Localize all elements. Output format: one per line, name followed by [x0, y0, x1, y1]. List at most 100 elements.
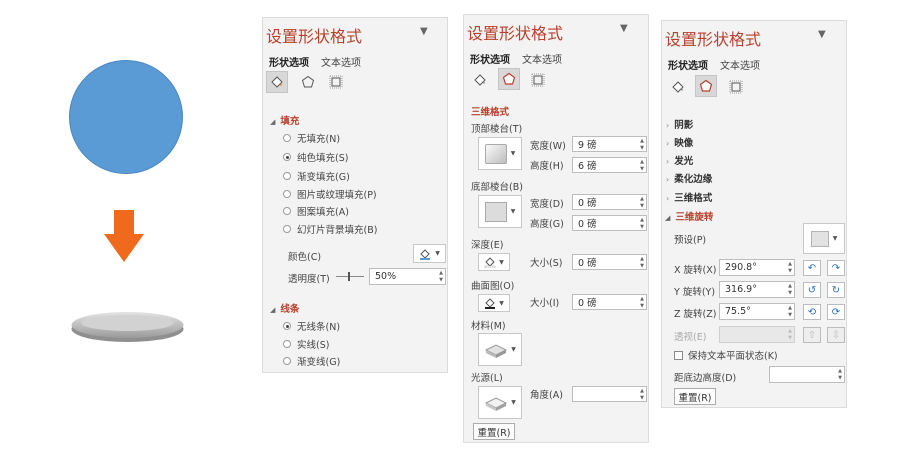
down-arrow-icon [114, 210, 134, 236]
size-properties-icon[interactable] [725, 76, 747, 98]
transparency-slider-thumb[interactable] [348, 272, 350, 281]
x-rotation-input[interactable]: 290.8° ▲ ▼ [719, 259, 795, 276]
format-shape-panel-fill: 设置形状格式 ▼ 形状选项 文本选项 ◢ 填充 无填充(N) 纯色填充(S) 渐变填… [262, 17, 448, 373]
bottom-bevel-label: 底部棱台(B) [471, 182, 523, 193]
color-label: 颜色(C) [288, 252, 322, 263]
bottom-width-input[interactable]: 0 磅 ▲ ▼ [572, 194, 647, 210]
contour-label: 曲面图(O) [471, 281, 515, 292]
y-rotation-label: Y 旋转(Y) [674, 287, 716, 298]
reset-button[interactable]: 重置(R) [473, 423, 515, 440]
radio-slide-background-fill[interactable]: 幻灯片背景填充(B) [283, 222, 377, 236]
top-width-input[interactable]: 9 磅 ▲ ▼ [572, 136, 647, 152]
panel-menu-chevron-icon[interactable]: ▼ [420, 26, 428, 37]
top-bevel-picker[interactable]: ▼ [478, 137, 522, 170]
bottom-width-label: 宽度(D) [530, 199, 564, 210]
radio-solid-fill[interactable]: 纯色填充(S) [283, 150, 348, 164]
lighting-label: 光源(L) [471, 373, 503, 384]
radio-solid-line[interactable]: 实线(S) [283, 337, 329, 351]
top-height-label: 高度(H) [530, 161, 564, 172]
rotation-preset-picker[interactable]: ▼ [803, 223, 845, 254]
section-glow[interactable]: 发光 [674, 156, 693, 167]
x-rotate-right-icon[interactable]: ↷ [827, 260, 845, 276]
fill-line-icon[interactable] [667, 76, 689, 98]
preset-label: 预设(P) [674, 235, 707, 246]
effects-pentagon-icon[interactable] [498, 68, 520, 90]
radio-no-fill[interactable]: 无填充(N) [283, 131, 340, 145]
format-shape-panel-3d-format: 设置形状格式 ▼ 形状选项 文本选项 三维格式 顶部棱台(T) ▼ 宽度(W) 9… [463, 14, 649, 443]
transparency-slider-track[interactable] [336, 276, 364, 277]
z-rotate-clockwise-icon[interactable]: ⟳ [827, 304, 845, 320]
effects-pentagon-icon[interactable] [297, 71, 319, 93]
y-rotation-input[interactable]: 316.9° ▲ ▼ [719, 281, 795, 298]
bottom-bevel-picker[interactable]: ▼ [478, 195, 522, 228]
y-rotate-down-icon[interactable]: ↻ [827, 282, 845, 298]
panel-title: 设置形状格式 [467, 24, 564, 43]
angle-label: 角度(A) [530, 390, 563, 401]
radio-pattern-fill[interactable]: 图案填充(A) [283, 204, 349, 218]
panel-menu-chevron-icon[interactable]: ▼ [818, 29, 826, 40]
section-3d-rotation-header[interactable]: 三维旋转 [675, 212, 713, 223]
keep-text-flat-checkbox[interactable]: 保持文本平面状态(K) [674, 348, 778, 362]
section-reflection[interactable]: 映像 [674, 138, 693, 149]
tab-text-options[interactable]: 文本选项 [720, 61, 760, 72]
panel-menu-chevron-icon[interactable]: ▼ [620, 23, 628, 34]
effects-pentagon-icon[interactable] [695, 75, 717, 97]
distance-from-ground-input[interactable]: ▲ ▼ [769, 366, 845, 383]
z-rotation-input[interactable]: 75.5° ▲ ▼ [719, 303, 795, 320]
section-3d-format-header[interactable]: 三维格式 [471, 104, 509, 118]
radio-picture-fill[interactable]: 图片或纹理填充(P) [283, 187, 377, 201]
depth-color-picker[interactable]: ▼ [478, 253, 510, 271]
top-width-label: 宽度(W) [530, 141, 566, 152]
perspective-label: 透视(E) [674, 332, 707, 343]
depth-size-input[interactable]: 0 磅 ▲ ▼ [572, 254, 647, 270]
perspective-increase-icon[interactable]: ⇧ [803, 327, 821, 343]
z-rotate-counterclockwise-icon[interactable]: ⟲ [803, 304, 821, 320]
x-rotate-left-icon[interactable]: ↶ [803, 260, 821, 276]
section-3d-format[interactable]: 三维格式 [674, 193, 712, 204]
angle-input[interactable]: ▲ ▼ [572, 386, 647, 402]
top-bevel-label: 顶部棱台(T) [471, 124, 523, 135]
tab-shape-options[interactable]: 形状选项 [470, 55, 510, 66]
transparency-input[interactable]: 50% ▲ ▼ [369, 268, 446, 285]
radio-gradient-line[interactable]: 渐变线(G) [283, 354, 340, 368]
z-rotation-label: Z 旋转(Z) [674, 309, 717, 320]
transparency-label: 透明度(T) [288, 274, 330, 285]
perspective-input[interactable]: ▲ ▼ [719, 326, 795, 343]
panel-title: 设置形状格式 [665, 30, 762, 49]
radio-no-line[interactable]: 无线条(N) [283, 319, 340, 333]
fill-line-icon[interactable] [469, 69, 491, 91]
fill-line-icon[interactable] [266, 71, 288, 93]
y-rotate-up-icon[interactable]: ↺ [803, 282, 821, 298]
x-rotation-label: X 旋转(X) [674, 265, 717, 276]
panel-title: 设置形状格式 [266, 27, 363, 46]
silver-disc-shape [71, 312, 184, 342]
section-fill-header[interactable]: 填充 [280, 116, 299, 127]
format-shape-panel-3d-rotation: 设置形状格式 ▼ 形状选项 文本选项 › 阴影 › 映像 › 发光 › 柔化边缘 › 三维格… [661, 20, 847, 408]
tab-shape-options[interactable]: 形状选项 [668, 61, 708, 72]
section-soft-edges[interactable]: 柔化边缘 [674, 174, 712, 185]
distance-from-ground-label: 距底边高度(D) [674, 373, 737, 384]
size-properties-icon[interactable] [325, 71, 347, 93]
depth-label: 深度(E) [471, 240, 504, 251]
tab-shape-options[interactable]: 形状选项 [269, 58, 309, 69]
tab-text-options[interactable]: 文本选项 [522, 55, 562, 66]
size-properties-icon[interactable] [527, 69, 549, 91]
contour-size-label: 大小(I) [530, 298, 560, 309]
radio-gradient-fill[interactable]: 渐变填充(G) [283, 169, 350, 183]
reset-button[interactable]: 重置(R) [674, 388, 716, 405]
top-height-input[interactable]: 6 磅 ▲ ▼ [572, 157, 647, 173]
contour-size-input[interactable]: 0 磅 ▲ ▼ [572, 294, 647, 310]
contour-color-picker[interactable]: ▼ [478, 294, 510, 312]
bottom-height-input[interactable]: 0 磅 ▲ ▼ [572, 215, 647, 231]
tab-text-options[interactable]: 文本选项 [321, 58, 361, 69]
blue-circle-shape [69, 60, 183, 174]
bottom-height-label: 高度(G) [530, 219, 564, 230]
material-label: 材料(M) [471, 321, 506, 332]
section-shadow[interactable]: 阴影 [674, 120, 693, 131]
perspective-decrease-icon[interactable]: ⇩ [827, 327, 845, 343]
color-picker-button[interactable]: ▼ [413, 244, 446, 263]
material-picker[interactable]: ▼ [478, 333, 522, 366]
lighting-picker[interactable]: ▼ [478, 386, 522, 419]
section-line-header[interactable]: 线条 [280, 304, 299, 315]
depth-size-label: 大小(S) [530, 258, 563, 269]
